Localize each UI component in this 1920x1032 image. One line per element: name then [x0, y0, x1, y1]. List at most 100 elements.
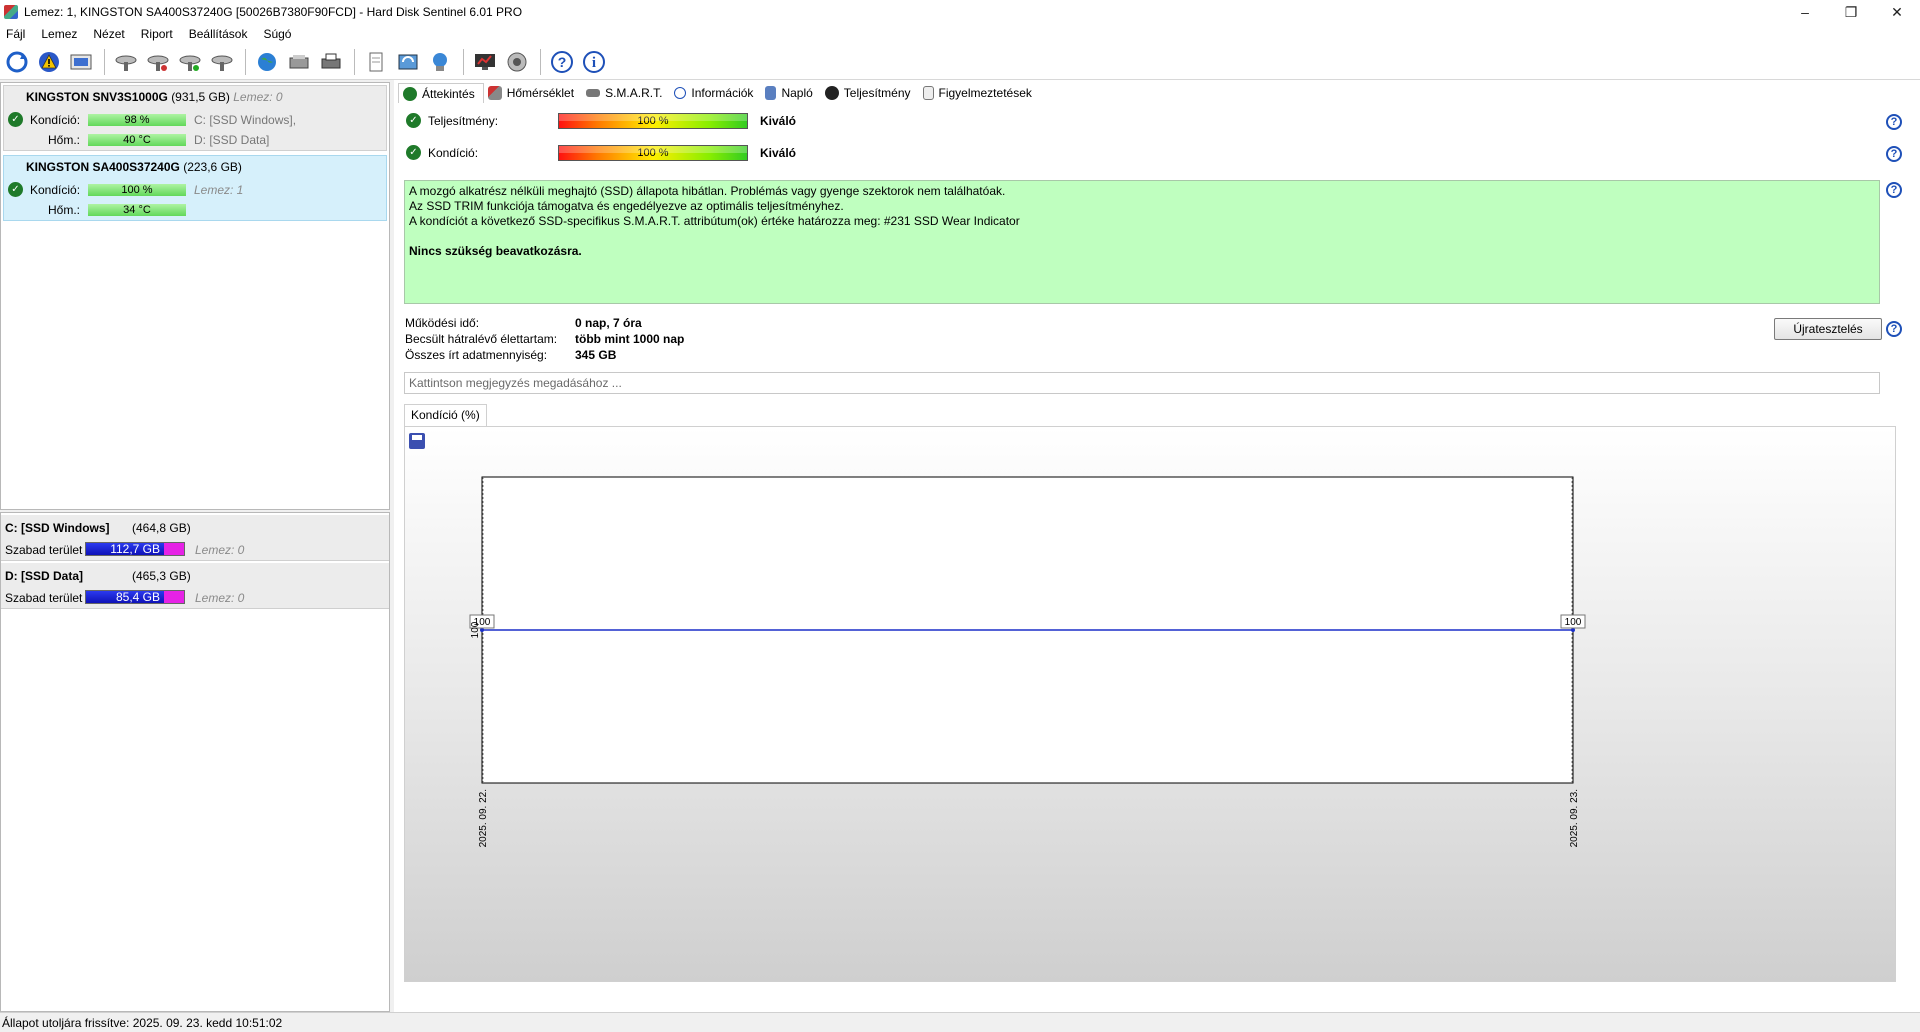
- close-icon[interactable]: ✕: [1874, 0, 1920, 24]
- volume-name: C: [SSD Windows]: [5, 521, 110, 535]
- tab-label: S.M.A.R.T.: [605, 86, 663, 100]
- refresh-icon: [6, 51, 28, 72]
- condition-rating: Kiváló: [760, 146, 797, 160]
- uptime-label: Működési idő:: [405, 316, 480, 330]
- disk-card-selected[interactable]: KINGSTON SA400S37240G (223,6 GB) ✓ Kondí…: [3, 155, 387, 221]
- lifetime-value: több mint 1000 nap: [575, 332, 685, 346]
- performance-bar: 100 %: [558, 113, 748, 129]
- thermometer-icon: [487, 86, 502, 100]
- help-icon[interactable]: ?: [1886, 321, 1902, 337]
- disk-card[interactable]: KINGSTON SNV3S1000G (931,5 GB) Lemez: 0 …: [3, 85, 387, 151]
- retest-button[interactable]: Újratesztelés: [1774, 318, 1882, 340]
- gauge-icon: [824, 86, 839, 100]
- help-icon: ?: [551, 50, 573, 73]
- uptime-value: 0 nap, 7 óra: [575, 316, 642, 330]
- written-label: Összes írt adatmennyiség:: [405, 348, 548, 362]
- right-panel: Áttekintés Hőmérséklet S.M.A.R.T. Inform…: [394, 80, 1920, 1012]
- disk-surface-icon: [147, 55, 169, 71]
- document-icon: [922, 86, 934, 100]
- disk-volumes-2: D: [SSD Data]: [194, 133, 270, 147]
- help-icon[interactable]: ?: [1886, 146, 1902, 162]
- menu-bar: Fájl Lemez Nézet Riport Beállítások Súgó: [0, 24, 1920, 44]
- speaker-icon: [507, 52, 527, 71]
- disk-temp-row: Hőm.: 34 °C: [4, 202, 388, 218]
- web-button[interactable]: [252, 47, 282, 77]
- tools-button[interactable]: [284, 47, 314, 77]
- lifetime-label: Becsült hátralévő élettartam:: [405, 332, 558, 346]
- free-space-value: 85,4 GB: [115, 590, 160, 604]
- disk-condition-row: ✓ Kondíció: 98 % C: [SSD Windows],: [4, 112, 388, 128]
- disk-size: (931,5 GB): [171, 90, 230, 104]
- condition-gauge: 98 %: [88, 114, 186, 126]
- title-bar: Lemez: 1, KINGSTON SA400S37240G [50026B7…: [0, 0, 1920, 24]
- tab-label: Teljesítmény: [843, 86, 911, 100]
- tools-icon: [289, 54, 309, 68]
- help-icon[interactable]: ?: [1886, 114, 1902, 130]
- log-icon: [765, 86, 777, 100]
- menu-help[interactable]: Súgó: [257, 27, 301, 41]
- condition-bar: 100 %: [558, 145, 748, 161]
- sync-button[interactable]: [393, 47, 423, 77]
- disk-volumes: C: [SSD Windows],: [194, 113, 297, 127]
- tab-log[interactable]: Napló: [761, 83, 820, 103]
- tab-smart[interactable]: S.M.A.R.T.: [582, 83, 670, 103]
- condition-gauge: 100 %: [88, 184, 186, 196]
- condition-label: Kondíció:: [428, 146, 479, 160]
- print-button[interactable]: [316, 47, 346, 77]
- menu-view[interactable]: Nézet: [87, 27, 134, 41]
- alert-button[interactable]: [34, 47, 64, 77]
- disk-test-button-3[interactable]: [175, 47, 205, 77]
- disk-test-button-2[interactable]: [143, 47, 173, 77]
- tab-overview[interactable]: Áttekintés: [398, 83, 484, 103]
- volume-disk-index: Lemez: 0: [195, 543, 245, 557]
- note-input[interactable]: Kattintson megjegyzés megadásához ...: [404, 372, 1880, 394]
- check-icon: ✓: [8, 182, 23, 197]
- volume-card[interactable]: D: [SSD Data] (465,3 GB) Szabad terület …: [1, 563, 389, 609]
- toolbar-separator: [245, 48, 246, 75]
- menu-report[interactable]: Riport: [135, 27, 183, 41]
- info-icon: i: [583, 50, 605, 73]
- tab-label: Információk: [691, 86, 754, 100]
- disk-test-button-1[interactable]: [111, 47, 141, 77]
- about-button[interactable]: i: [579, 47, 609, 77]
- menu-settings[interactable]: Beállítások: [183, 27, 258, 41]
- tab-information[interactable]: Információk: [670, 83, 761, 103]
- disk-info-button[interactable]: [66, 47, 96, 77]
- performance-row: ✓ Teljesítmény: 100 % Kiváló: [404, 110, 1904, 132]
- help-button[interactable]: ?: [547, 47, 577, 77]
- toolbar-separator: [463, 48, 464, 75]
- condition-row: ✓ Kondíció: 100 % Kiváló: [404, 142, 1904, 164]
- monitor-button[interactable]: [470, 47, 500, 77]
- disk-temp-row: Hőm.: 40 °C D: [SSD Data]: [4, 132, 388, 148]
- chart-tab-condition[interactable]: Kondíció (%): [404, 404, 487, 426]
- volume-name: D: [SSD Data]: [5, 569, 84, 583]
- maximize-icon[interactable]: ❐: [1828, 0, 1874, 24]
- menu-disk[interactable]: Lemez: [35, 27, 87, 41]
- free-space-label: Szabad terület: [5, 543, 83, 557]
- minimize-icon[interactable]: –: [1782, 0, 1828, 24]
- disk-name: KINGSTON SA400S37240G: [26, 160, 180, 174]
- refresh-button[interactable]: [2, 47, 32, 77]
- check-icon: ✓: [406, 145, 421, 160]
- temp-label: Hőm.:: [48, 203, 81, 217]
- condition-label: Kondíció:: [30, 113, 81, 127]
- disk-settings-icon: [211, 55, 233, 71]
- menu-file[interactable]: Fájl: [0, 27, 35, 41]
- sound-button[interactable]: [502, 47, 532, 77]
- svg-text:i: i: [592, 55, 596, 71]
- status-description: A mozgó alkatrész nélküli meghajtó (SSD)…: [404, 180, 1880, 304]
- tab-performance[interactable]: Teljesítmény: [821, 83, 919, 103]
- network-button[interactable]: [425, 47, 455, 77]
- disk-size: (223,6 GB): [183, 160, 242, 174]
- status-line: A mozgó alkatrész nélküli meghajtó (SSD)…: [409, 184, 1006, 198]
- disk-test-button-4[interactable]: [207, 47, 237, 77]
- y-tick-label: 100: [470, 621, 481, 638]
- volume-card[interactable]: C: [SSD Windows] (464,8 GB) Szabad terül…: [1, 515, 389, 561]
- help-icon[interactable]: ?: [1886, 182, 1902, 198]
- tab-alerts[interactable]: Figyelmeztetések: [919, 83, 1040, 103]
- free-space-bar: 85,4 GB: [85, 590, 185, 604]
- tab-temperature[interactable]: Hőmérséklet: [484, 83, 582, 103]
- toolbar-separator: [104, 48, 105, 75]
- free-space-value: 112,7 GB: [110, 542, 160, 556]
- report-button[interactable]: [361, 47, 391, 77]
